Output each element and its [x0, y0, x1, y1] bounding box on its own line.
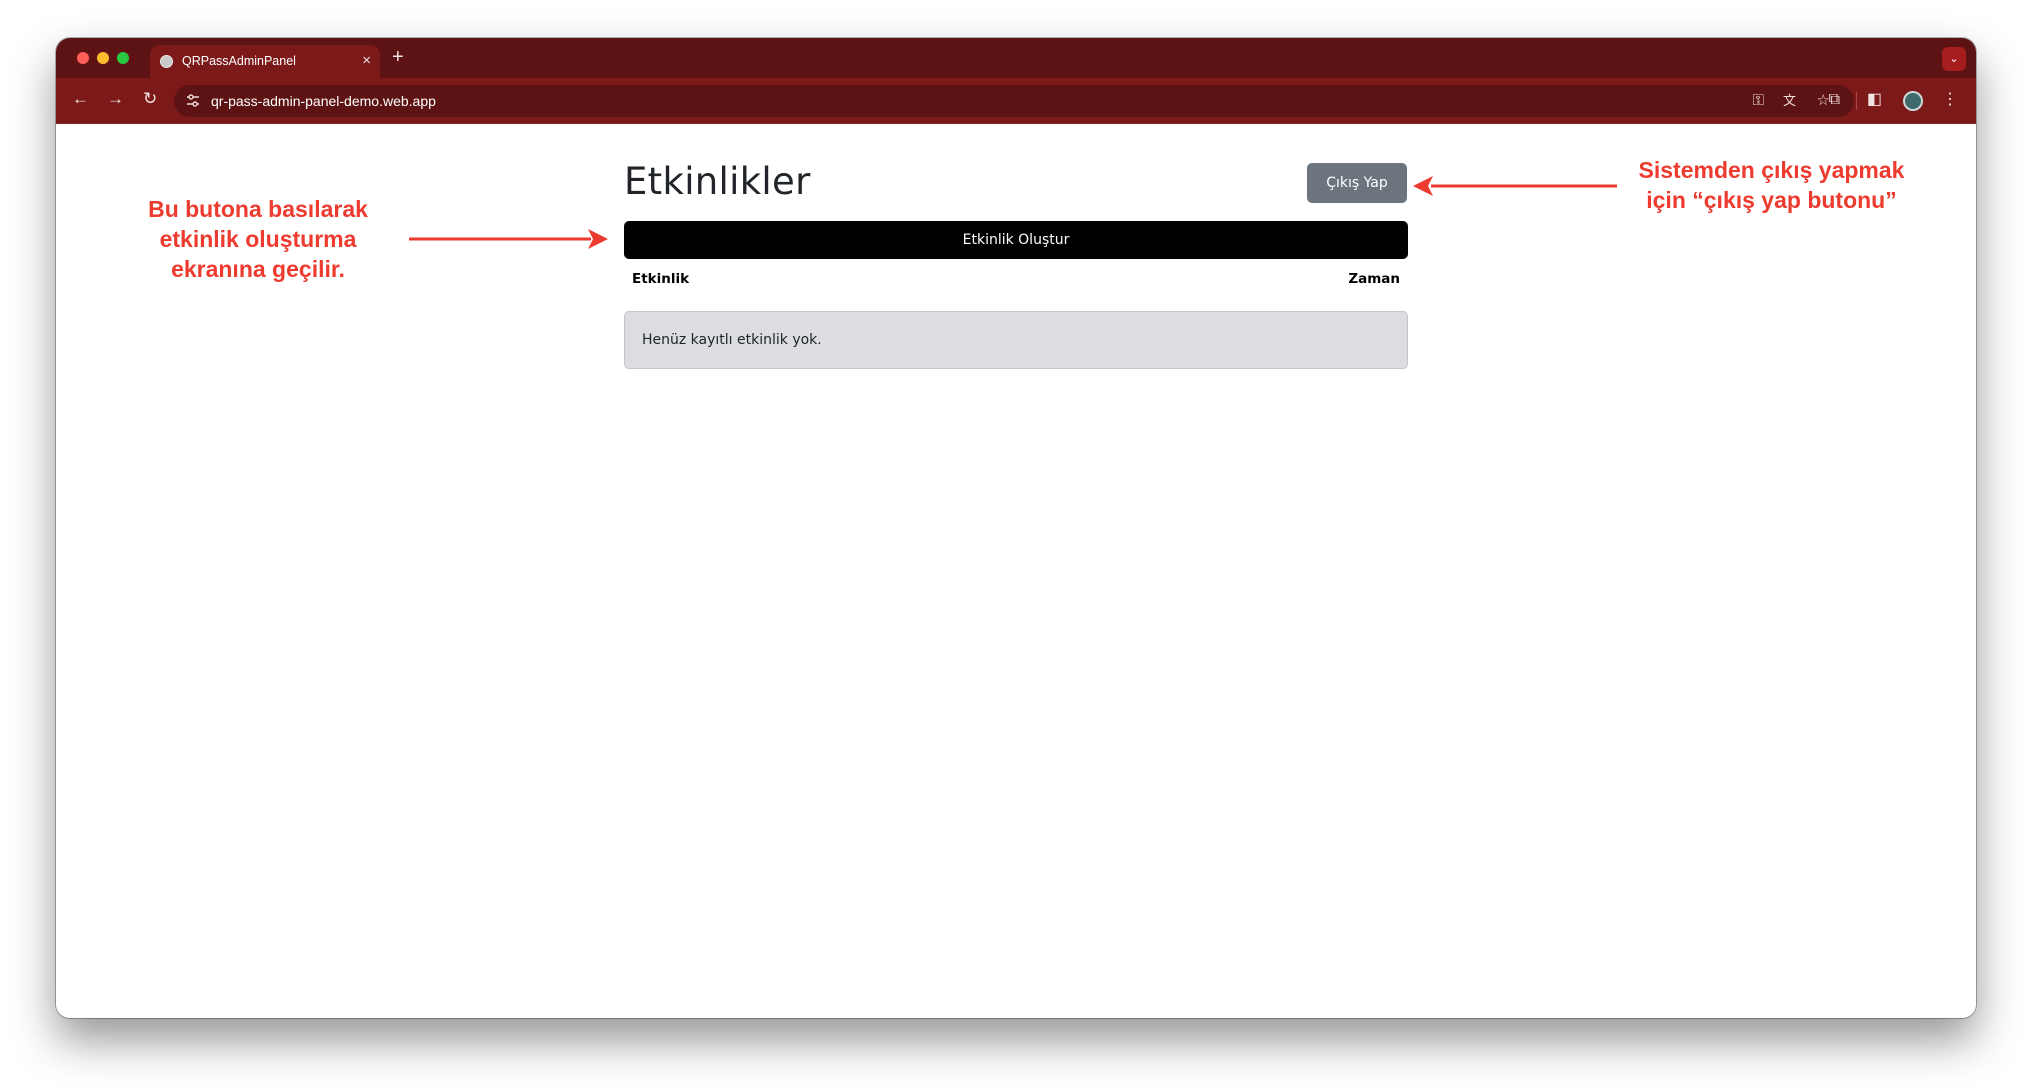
logout-button[interactable]: Çıkış Yap — [1307, 163, 1407, 203]
annotation-arrow-left — [1413, 176, 1617, 196]
close-window-icon[interactable] — [77, 52, 89, 64]
toolbar-divider — [1856, 92, 1857, 110]
globe-icon — [160, 55, 173, 68]
annotation-create-button: Bu butona basılarak etkinlik oluşturma e… — [118, 194, 398, 284]
browser-toolbar: ← → ↻ qr-pass-admin-panel-demo.web.app ⚿… — [56, 78, 1976, 124]
annotation-line: Bu butona basılarak — [148, 196, 368, 222]
empty-events-message: Henüz kayıtlı etkinlik yok. — [642, 332, 822, 348]
site-settings-icon[interactable] — [186, 94, 200, 107]
url-text[interactable]: qr-pass-admin-panel-demo.web.app — [211, 93, 436, 109]
tab-bar: QRPassAdminPanel × + ⌄ — [56, 38, 1976, 78]
annotation-logout-button: Sistemden çıkış yapmak için “çıkış yap b… — [1604, 155, 1939, 215]
browser-tab[interactable]: QRPassAdminPanel × — [150, 45, 380, 78]
annotation-line: ekranına geçilir. — [171, 256, 345, 282]
tab-search-icon[interactable]: ⌄ — [1942, 47, 1966, 71]
extensions-icon[interactable]: ⧉ — [1829, 89, 1840, 111]
create-event-button[interactable]: Etkinlik Oluştur — [624, 221, 1408, 259]
annotation-line: etkinlik oluşturma — [159, 226, 357, 252]
empty-events-alert: Henüz kayıtlı etkinlik yok. — [624, 311, 1408, 369]
column-header-time: Zaman — [1348, 271, 1400, 287]
column-header-event: Etkinlik — [632, 271, 690, 287]
address-bar[interactable]: qr-pass-admin-panel-demo.web.app ⚿ 文 ☆ — [174, 85, 1854, 117]
maximize-window-icon[interactable] — [117, 52, 129, 64]
back-icon[interactable]: ← — [72, 88, 89, 110]
annotation-arrow-right — [409, 229, 608, 249]
translate-icon[interactable]: 文 — [1783, 91, 1796, 111]
tab-close-icon[interactable]: × — [362, 52, 371, 70]
annotation-line: Sistemden çıkış yapmak — [1638, 157, 1905, 183]
page-title: Etkinlikler — [624, 160, 811, 203]
new-tab-icon[interactable]: + — [392, 45, 404, 69]
key-icon[interactable]: ⚿ — [1753, 91, 1764, 111]
minimize-window-icon[interactable] — [97, 52, 109, 64]
forward-icon[interactable]: → — [107, 88, 124, 110]
annotation-line: için “çıkış yap butonu” — [1646, 187, 1897, 213]
reload-icon[interactable]: ↻ — [143, 88, 157, 110]
profile-avatar-icon[interactable] — [1903, 91, 1923, 111]
side-panel-icon[interactable]: ◧ — [1867, 89, 1882, 111]
browser-menu-icon[interactable]: ⋮ — [1942, 89, 1958, 111]
tab-title: QRPassAdminPanel — [182, 54, 296, 68]
